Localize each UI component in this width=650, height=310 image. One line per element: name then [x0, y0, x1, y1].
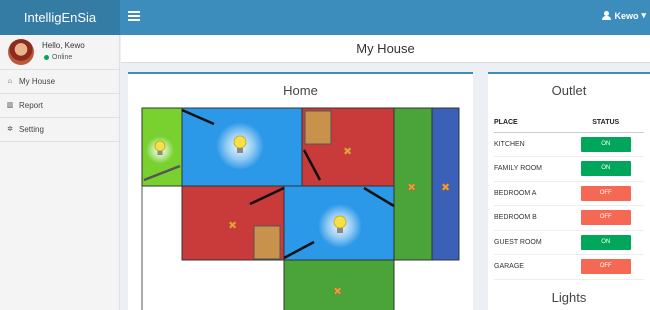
sidebar-item-setting[interactable]: ✲ Setting — [0, 118, 119, 142]
outlet-status-cell: OFF — [567, 205, 644, 231]
light-off-icon-strip-green[interactable]: ✖ — [407, 181, 417, 195]
svg-text:✖: ✖ — [343, 145, 352, 158]
floor-plan: ✖ ✖ ✖ ✖ ✖ — [141, 107, 460, 310]
outlet-status-cell: ON — [567, 230, 644, 255]
table-header-row: PLACE STATUS — [494, 114, 644, 133]
table-row: FAMILY ROOM ON — [494, 156, 644, 182]
lights-title: Lights — [551, 290, 587, 305]
user-panel: Hello, Kewo Online — [0, 35, 119, 70]
svg-text:✖: ✖ — [441, 181, 450, 194]
column-header-place: PLACE — [494, 114, 568, 133]
svg-text:✖: ✖ — [407, 181, 416, 194]
outlet-table: PLACE STATUS KITCHEN ON FAMILY ROOM ON BEDRO… — [494, 114, 644, 280]
sidebar-item-label: Report — [19, 101, 44, 110]
outlet-place: GUEST ROOM — [494, 230, 568, 255]
greeting: Hello, Kewo — [42, 41, 85, 50]
avatar — [8, 39, 34, 65]
app-logo[interactable]: IntelligEnSia — [0, 0, 120, 35]
cabinet-2 — [253, 225, 281, 260]
table-row: BEDROOM B OFF — [494, 205, 644, 231]
gear-icon: ✲ — [7, 125, 13, 133]
outlet-place: BEDROOM B — [494, 205, 568, 231]
outlet-toggle-button[interactable]: ON — [580, 234, 631, 250]
sidebar-item-label: Setting — [19, 125, 44, 134]
outlet-status-cell: OFF — [567, 254, 644, 280]
lightbulb-icon-kitchen[interactable] — [146, 136, 174, 164]
outlet-place: KITCHEN — [494, 132, 568, 157]
page-title: My House — [121, 35, 650, 63]
outlet-place: FAMILY ROOM — [494, 156, 568, 182]
table-row: KITCHEN ON — [494, 132, 644, 157]
table-row: BEDROOM A OFF — [494, 181, 644, 206]
svg-text:✖: ✖ — [333, 285, 342, 298]
light-off-icon-garage[interactable]: ✖ — [333, 285, 343, 299]
sidebar-item-report[interactable]: ▥ Report — [0, 94, 119, 118]
light-off-icon-bedroom-a[interactable]: ✖ — [343, 145, 353, 159]
lightbulb-icon-family[interactable] — [216, 122, 264, 170]
table-row: GUEST ROOM ON — [494, 230, 644, 255]
outlet-place: GARAGE — [494, 254, 568, 280]
outlet-toggle-button[interactable]: OFF — [580, 210, 631, 226]
menu-toggle-icon[interactable] — [128, 11, 140, 21]
user-menu[interactable]: Kewo ▾ — [602, 10, 646, 21]
light-off-icon-strip-blue[interactable]: ✖ — [441, 181, 451, 195]
online-dot-icon — [44, 55, 49, 60]
outlet-status-cell: ON — [567, 156, 644, 182]
chart-icon: ▥ — [6, 101, 14, 109]
top-navbar: Kewo ▾ — [120, 0, 650, 35]
online-status: Online — [44, 54, 72, 61]
outlet-toggle-button[interactable]: ON — [580, 136, 631, 152]
outlet-title: Outlet — [551, 83, 587, 98]
light-off-icon-bedroom-b[interactable]: ✖ — [228, 219, 238, 233]
online-label: Online — [52, 54, 73, 61]
lightbulb-icon-guest[interactable] — [318, 204, 362, 248]
home-icon: ⌂ — [7, 77, 13, 85]
user-name: Kewo — [614, 10, 639, 21]
sidebar: Hello, Kewo Online ⌂ My House ▥ Report ✲… — [0, 35, 120, 310]
sidebar-item-label: My House — [19, 77, 56, 86]
caret-down-icon: ▾ — [641, 10, 646, 20]
user-icon — [602, 11, 612, 20]
outlet-place: BEDROOM A — [494, 181, 568, 206]
sidebar-item-my-house[interactable]: ⌂ My House — [0, 70, 119, 94]
outlet-status-cell: ON — [567, 132, 644, 157]
outlet-toggle-button[interactable]: OFF — [580, 185, 631, 201]
home-panel: Home ✖ ✖ ✖ ✖ ✖ — [128, 72, 473, 310]
cabinet-1 — [304, 110, 332, 145]
outlet-toggle-button[interactable]: OFF — [580, 259, 631, 275]
outlet-toggle-button[interactable]: ON — [580, 161, 631, 177]
column-header-status: STATUS — [567, 114, 644, 133]
outlet-panel: Outlet PLACE STATUS KITCHEN ON FAMILY ROOM… — [488, 72, 650, 310]
table-row: GARAGE OFF — [494, 254, 644, 280]
svg-text:✖: ✖ — [228, 219, 237, 232]
outlet-status-cell: OFF — [567, 181, 644, 206]
